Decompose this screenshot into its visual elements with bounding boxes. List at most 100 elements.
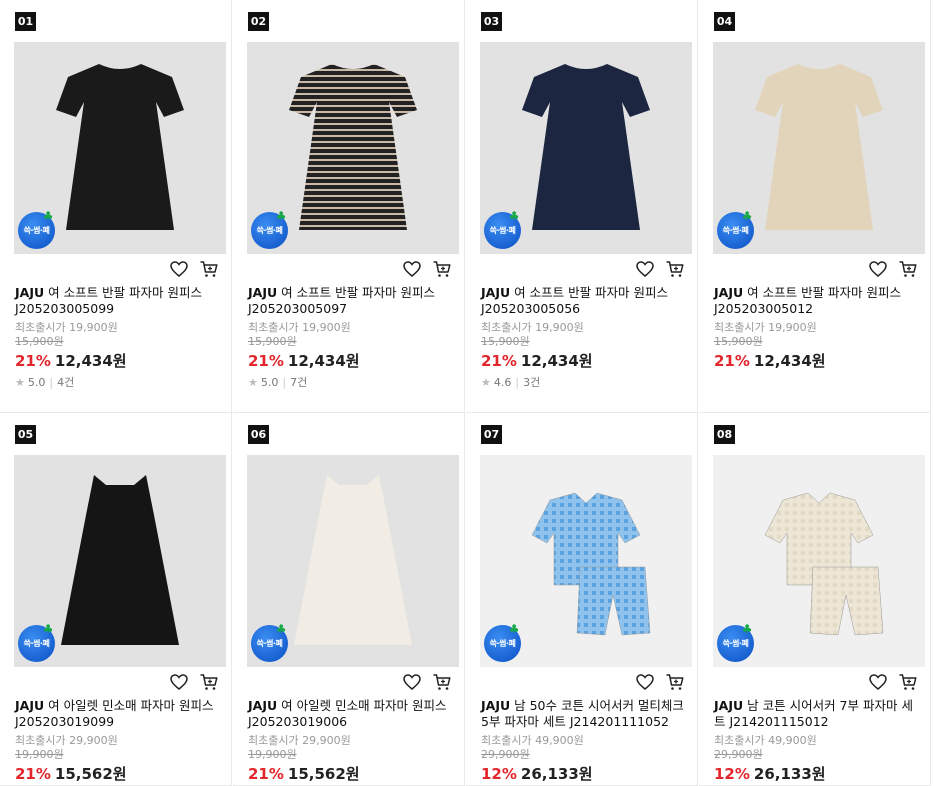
sale-price: 12% 26,133원 xyxy=(481,764,686,784)
promo-badge: 쓱·썸·폐 ♣ xyxy=(251,623,288,662)
rating-row: ★ 5.0 | 4건 xyxy=(15,376,220,390)
rank-badge: 07 xyxy=(481,425,502,444)
product-image[interactable]: 쓱·썸·폐 ♣ xyxy=(480,455,692,667)
strikethrough-price: 15,900원 xyxy=(714,335,763,348)
product-card[interactable]: 02 쓱·썸·폐 ♣ JAJU 여 소프트 반팔 파자마 원피스 J205203005… xyxy=(233,0,465,413)
brand-name: JAJU xyxy=(714,285,744,300)
wishlist-heart-icon[interactable] xyxy=(402,259,422,279)
product-card[interactable]: 06 쓱·썸·폐 ♣ JAJU 여 아일렛 민소매 파자마 원피스 J20520301… xyxy=(233,413,465,786)
product-card[interactable]: 04 쓱·썸·폐 ♣ JAJU 여 소프트 반팔 파자마 원피스 J205203005… xyxy=(699,0,931,413)
original-price-label: 최초출시가 29,900원 xyxy=(15,734,118,747)
product-title: 여 소프트 반팔 파자마 원피스 J205203005099 xyxy=(15,285,203,316)
product-card[interactable]: 08 쓱·썸·폐 ♣ JAJU 남 코튼 시어서커 7부 파자마 세트 J214201… xyxy=(699,413,931,786)
rank-badge: 06 xyxy=(248,425,269,444)
wishlist-heart-icon[interactable] xyxy=(169,672,189,692)
product-image[interactable]: 쓱·썸·폐 ♣ xyxy=(14,42,226,254)
promo-badge: 쓱·썸·폐 ♣ xyxy=(484,623,521,662)
review-count: 4건 xyxy=(57,376,75,389)
final-price: 12,434원 xyxy=(520,352,593,370)
promo-badge: 쓱·썸·폐 ♣ xyxy=(717,622,754,662)
rank-badge: 03 xyxy=(481,12,502,31)
strikethrough-price: 15,900원 xyxy=(481,335,530,348)
rank-badge: 02 xyxy=(248,12,269,31)
product-name[interactable]: JAJU 여 소프트 반팔 파자마 원피스 J205203005097 xyxy=(248,285,453,317)
wishlist-heart-icon[interactable] xyxy=(868,672,888,692)
rating-row: ★ 4.6 | 3건 xyxy=(481,376,686,390)
strikethrough-price: 15,900원 xyxy=(15,335,64,348)
add-to-cart-icon[interactable] xyxy=(199,259,219,279)
rating-row: ★ 5.0 | 7건 xyxy=(248,376,453,390)
wishlist-heart-icon[interactable] xyxy=(169,259,189,279)
divider: | xyxy=(515,376,520,389)
promo-badge: 쓱·썸·폐 ♣ xyxy=(717,209,754,249)
brand-name: JAJU xyxy=(248,285,278,300)
original-price-label: 최초출시가 19,900원 xyxy=(248,321,351,334)
product-title: 여 아일렛 민소매 파자마 원피스 J205203019099 xyxy=(15,698,214,729)
product-title: 남 코튼 시어서커 7부 파자마 세트 J214201115012 xyxy=(714,698,913,729)
product-name[interactable]: JAJU 여 아일렛 민소매 파자마 원피스 J205203019099 xyxy=(15,698,220,730)
original-price-label: 최초출시가 19,900원 xyxy=(481,321,584,334)
product-card[interactable]: 07 쓱·썸·폐 ♣ JAJU 남 50수 코튼 시어서커 멀티체크 5부 파자마 세… xyxy=(466,413,698,786)
product-image[interactable]: 쓱·썸·폐 ♣ xyxy=(713,42,925,254)
product-name[interactable]: JAJU 남 50수 코튼 시어서커 멀티체크 5부 파자마 세트 J21420… xyxy=(481,698,686,730)
add-to-cart-icon[interactable] xyxy=(665,672,685,692)
discount-rate: 21% xyxy=(15,352,51,370)
discount-rate: 21% xyxy=(481,352,517,370)
rank-badge: 05 xyxy=(15,425,36,444)
palm-icon: ♣ xyxy=(741,622,753,636)
product-name[interactable]: JAJU 여 소프트 반팔 파자마 원피스 J205203005012 xyxy=(714,285,919,317)
discount-rate: 21% xyxy=(248,352,284,370)
product-name[interactable]: JAJU 남 코튼 시어서커 7부 파자마 세트 J214201115012 xyxy=(714,698,919,730)
product-title: 남 50수 코튼 시어서커 멀티체크 5부 파자마 세트 J2142011110… xyxy=(481,698,684,729)
discount-rate: 12% xyxy=(481,765,517,783)
brand-name: JAJU xyxy=(15,698,45,713)
review-count: 3건 xyxy=(523,376,541,389)
strikethrough-price: 19,900원 xyxy=(15,748,64,761)
palm-icon: ♣ xyxy=(42,622,54,636)
palm-icon: ♣ xyxy=(508,209,520,223)
brand-name: JAJU xyxy=(481,285,511,300)
product-card[interactable]: 03 쓱·썸·폐 ♣ JAJU 여 소프트 반팔 파자마 원피스 J205203005… xyxy=(466,0,698,413)
add-to-cart-icon[interactable] xyxy=(898,672,918,692)
promo-badge: 쓱·썸·폐 ♣ xyxy=(18,622,55,662)
wishlist-heart-icon[interactable] xyxy=(635,672,655,692)
original-price-label: 최초출시가 29,900원 xyxy=(248,734,351,747)
rating-score: 4.6 xyxy=(493,376,512,389)
add-to-cart-icon[interactable] xyxy=(665,259,685,279)
promo-badge: 쓱·썸·폐 ♣ xyxy=(251,209,288,249)
product-title: 여 소프트 반팔 파자마 원피스 J205203005012 xyxy=(714,285,902,316)
product-image[interactable]: 쓱·썸·폐 ♣ xyxy=(713,455,925,667)
wishlist-heart-icon[interactable] xyxy=(635,259,655,279)
final-price: 12,434원 xyxy=(753,352,826,370)
product-image[interactable]: 쓱·썸·폐 ♣ xyxy=(247,455,459,667)
strikethrough-price: 15,900원 xyxy=(248,335,297,348)
add-to-cart-icon[interactable] xyxy=(432,672,452,692)
product-name[interactable]: JAJU 여 소프트 반팔 파자마 원피스 J205203005056 xyxy=(481,285,686,317)
product-title: 여 소프트 반팔 파자마 원피스 J205203005097 xyxy=(248,285,436,316)
product-card[interactable]: 05 쓱·썸·폐 ♣ JAJU 여 아일렛 민소매 파자마 원피스 J20520301… xyxy=(0,413,232,786)
sale-price: 21% 15,562원 xyxy=(15,764,220,784)
palm-icon: ♣ xyxy=(741,209,753,223)
final-price: 15,562원 xyxy=(54,765,127,783)
sale-price: 21% 12,434원 xyxy=(481,351,686,371)
rank-badge: 04 xyxy=(714,12,735,31)
product-image[interactable]: 쓱·썸·폐 ♣ xyxy=(247,42,459,254)
review-count: 7건 xyxy=(290,376,308,389)
original-price-label: 최초출시가 49,900원 xyxy=(714,734,817,747)
product-image[interactable]: 쓱·썸·폐 ♣ xyxy=(480,42,692,254)
product-card[interactable]: 01 쓱·썸·폐 ♣ JAJU 여 소프트 반팔 파자마 원피스 J205203005… xyxy=(0,0,232,413)
wishlist-heart-icon[interactable] xyxy=(868,259,888,279)
brand-name: JAJU xyxy=(714,698,744,713)
star-icon: ★ xyxy=(248,376,258,389)
final-price: 15,562원 xyxy=(287,765,360,783)
palm-icon: ♣ xyxy=(275,209,287,223)
product-image[interactable]: 쓱·썸·폐 ♣ xyxy=(14,455,226,667)
product-name[interactable]: JAJU 여 아일렛 민소매 파자마 원피스 J205203019006 xyxy=(248,698,453,730)
sale-price: 21% 15,562원 xyxy=(248,764,453,784)
wishlist-heart-icon[interactable] xyxy=(402,672,422,692)
product-name[interactable]: JAJU 여 소프트 반팔 파자마 원피스 J205203005099 xyxy=(15,285,220,317)
add-to-cart-icon[interactable] xyxy=(432,259,452,279)
sale-price: 21% 12,434원 xyxy=(248,351,453,371)
add-to-cart-icon[interactable] xyxy=(898,259,918,279)
add-to-cart-icon[interactable] xyxy=(199,672,219,692)
